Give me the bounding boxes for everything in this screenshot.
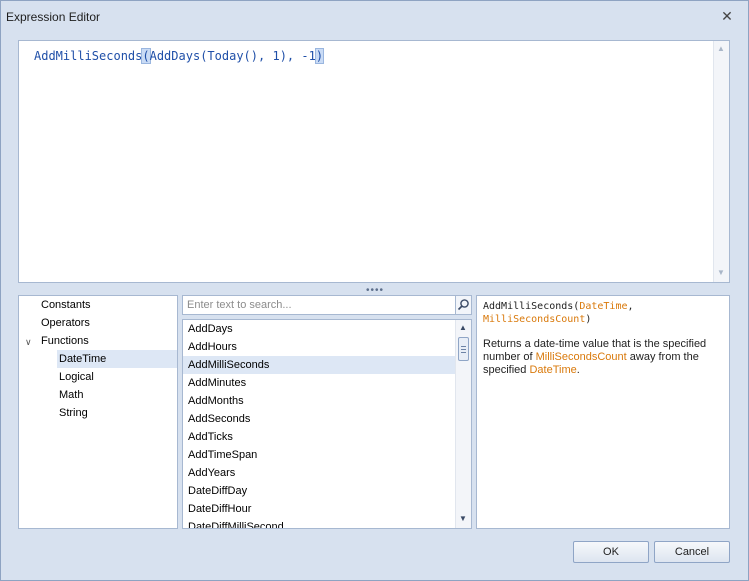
window-title: Expression Editor <box>6 10 101 24</box>
tree-item-datetime[interactable]: DateTime <box>57 350 177 368</box>
ok-button[interactable]: OK <box>573 541 649 563</box>
cancel-button[interactable]: Cancel <box>654 541 730 563</box>
list-item-addyears[interactable]: AddYears <box>183 464 455 482</box>
tree-item-math[interactable]: Math <box>59 386 177 404</box>
list-item-datediffday[interactable]: DateDiffDay <box>183 482 455 500</box>
expression-text: AddMilliSeconds(AddDays(Today(), 1), -1) <box>34 48 325 64</box>
function-list-scrollbar[interactable]: ▲ ▼ <box>455 320 471 528</box>
description-text: Returns a date-time value that is the sp… <box>483 338 707 376</box>
function-description: AddMilliSeconds(DateTime, MilliSecondsCou… <box>476 295 730 529</box>
list-item-addhours[interactable]: AddHours <box>183 338 455 356</box>
expression-editor-window: Expression Editor ✕ AddMilliSeconds(AddD… <box>0 0 749 581</box>
expression-input[interactable]: AddMilliSeconds(AddDays(Today(), 1), -1)… <box>18 40 730 283</box>
editor-scrollbar[interactable]: ▲ ▼ <box>713 41 729 282</box>
list-item-datediffmillisecond[interactable]: DateDiffMilliSecond <box>183 518 455 528</box>
list-item-adddays[interactable]: AddDays <box>183 320 455 338</box>
function-list: AddDays AddHours AddMilliSeconds AddMinu… <box>182 319 472 529</box>
list-item-addseconds[interactable]: AddSeconds <box>183 410 455 428</box>
title-bar: Expression Editor ✕ <box>1 1 748 29</box>
list-item-addmilliseconds[interactable]: AddMilliSeconds <box>183 356 455 374</box>
category-tree: Constants Operators ∨ Functions DateTime… <box>18 295 178 529</box>
tree-item-constants[interactable]: Constants <box>41 296 177 314</box>
tree-item-string[interactable]: String <box>59 404 177 422</box>
scroll-up-icon[interactable]: ▲ <box>717 44 725 53</box>
list-item-addtimespan[interactable]: AddTimeSpan <box>183 446 455 464</box>
tree-item-logical[interactable]: Logical <box>59 368 177 386</box>
scroll-up-icon[interactable]: ▲ <box>459 323 467 332</box>
tree-item-functions[interactable]: Functions <box>41 332 177 350</box>
list-item-addmonths[interactable]: AddMonths <box>183 392 455 410</box>
search-button[interactable] <box>455 295 472 315</box>
scroll-thumb[interactable] <box>458 337 469 361</box>
list-item-datediffhour[interactable]: DateDiffHour <box>183 500 455 518</box>
tree-item-operators[interactable]: Operators <box>41 314 177 332</box>
list-item-addticks[interactable]: AddTicks <box>183 428 455 446</box>
list-item-addminutes[interactable]: AddMinutes <box>183 374 455 392</box>
close-button[interactable]: ✕ <box>718 7 736 25</box>
chevron-down-icon[interactable]: ∨ <box>25 337 32 348</box>
scroll-down-icon[interactable]: ▼ <box>717 268 725 277</box>
scroll-down-icon[interactable]: ▼ <box>459 514 467 523</box>
search-icon <box>457 299 469 311</box>
search-input[interactable] <box>183 296 437 314</box>
search-box <box>182 295 456 315</box>
function-signature: AddMilliSeconds(DateTime, MilliSecondsCou… <box>483 301 634 325</box>
close-icon: ✕ <box>721 7 733 24</box>
